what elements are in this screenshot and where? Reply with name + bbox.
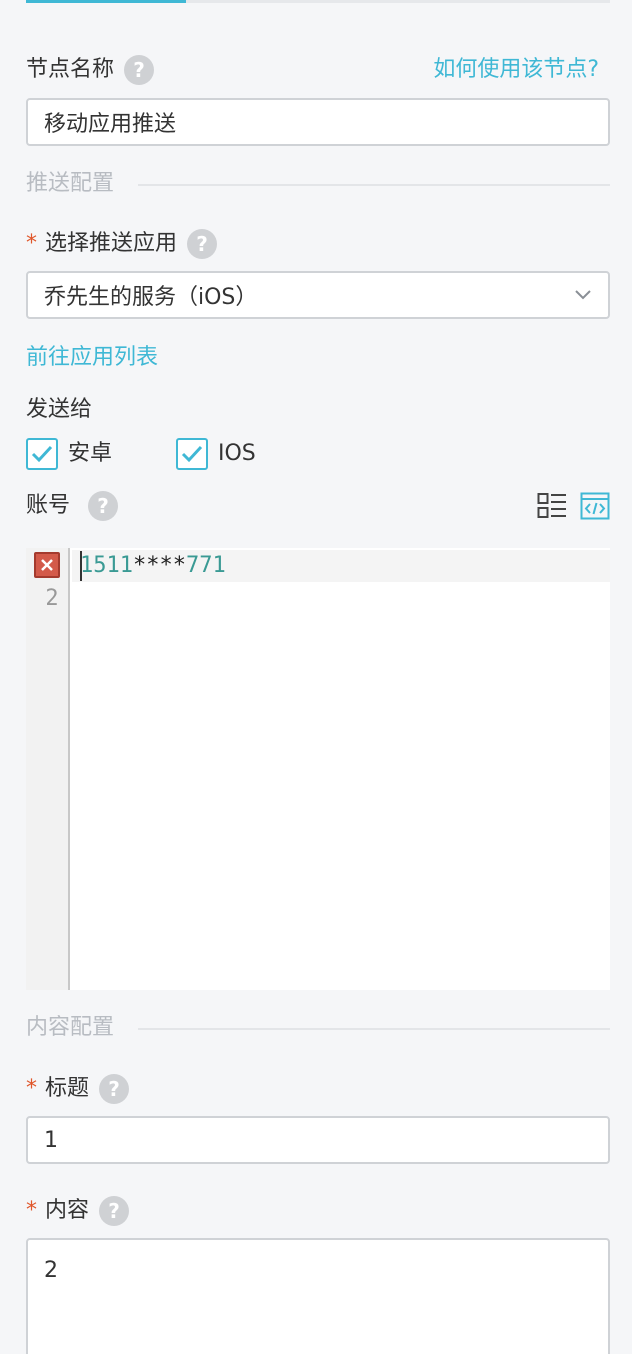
section-divider bbox=[138, 1028, 610, 1030]
checkbox-android[interactable] bbox=[26, 438, 58, 470]
send-to-label: 发送给 bbox=[26, 397, 93, 422]
node-name-input[interactable]: 移动应用推送 bbox=[26, 98, 610, 146]
editor-line-1[interactable]: 1511****771 bbox=[80, 550, 226, 582]
required-mark: * bbox=[26, 1198, 37, 1223]
how-to-use-link[interactable]: 如何使用该节点? bbox=[433, 55, 599, 85]
app-list-link[interactable]: 前往应用列表 bbox=[26, 343, 158, 373]
push-app-select[interactable]: 乔先生的服务（iOS） bbox=[26, 271, 610, 319]
error-marker-icon[interactable] bbox=[34, 552, 60, 578]
node-name-row: 节点名称 ? bbox=[26, 55, 155, 85]
account-prefix: 1511 bbox=[80, 553, 133, 578]
content-label: 内容 bbox=[45, 1198, 90, 1223]
list-view-icon[interactable] bbox=[537, 492, 567, 520]
push-app-label: 选择推送应用 bbox=[45, 231, 178, 256]
title-input[interactable]: 1 bbox=[26, 1116, 610, 1164]
checkbox-android-label: 安卓 bbox=[68, 441, 113, 466]
required-mark: * bbox=[26, 1076, 37, 1101]
push-config-section-title: 推送配置 bbox=[26, 171, 115, 196]
tab-active-indicator[interactable] bbox=[26, 0, 186, 3]
account-editor[interactable] bbox=[26, 548, 610, 990]
content-config-section-title: 内容配置 bbox=[26, 1015, 115, 1040]
code-view-icon[interactable] bbox=[580, 492, 610, 520]
content-textarea[interactable]: 2 bbox=[26, 1238, 610, 1354]
question-circle-icon[interactable]: ? bbox=[99, 1074, 130, 1104]
checkbox-ios-label: IOS bbox=[218, 441, 256, 466]
platform-ios-checkbox[interactable]: IOS bbox=[176, 438, 256, 470]
required-mark: * bbox=[26, 231, 37, 256]
question-circle-icon[interactable]: ? bbox=[88, 491, 119, 521]
account-row: 账号 ? bbox=[26, 491, 119, 521]
checkbox-ios[interactable] bbox=[176, 438, 208, 470]
title-value: 1 bbox=[44, 1127, 58, 1153]
check-icon bbox=[181, 445, 203, 463]
content-row: * 内容 ? bbox=[26, 1196, 130, 1226]
push-app-selected-value: 乔先生的服务（iOS） bbox=[44, 285, 258, 310]
platform-android-checkbox[interactable]: 安卓 bbox=[26, 438, 112, 470]
title-row: * 标题 ? bbox=[26, 1074, 130, 1104]
section-divider bbox=[138, 184, 610, 186]
question-circle-icon[interactable]: ? bbox=[124, 55, 155, 85]
account-label: 账号 bbox=[26, 493, 71, 518]
node-name-label: 节点名称 bbox=[26, 57, 115, 82]
question-circle-icon[interactable]: ? bbox=[187, 229, 218, 259]
check-icon bbox=[31, 445, 53, 463]
editor-line-number: 2 bbox=[45, 586, 59, 611]
chevron-down-icon bbox=[575, 290, 591, 300]
content-value: 2 bbox=[44, 1258, 58, 1283]
question-circle-icon[interactable]: ? bbox=[99, 1196, 130, 1226]
node-name-value: 移动应用推送 bbox=[44, 112, 177, 137]
push-app-row: * 选择推送应用 ? bbox=[26, 229, 218, 259]
title-label: 标题 bbox=[45, 1076, 90, 1101]
account-suffix: 771 bbox=[185, 553, 226, 578]
account-mask: **** bbox=[132, 553, 186, 578]
